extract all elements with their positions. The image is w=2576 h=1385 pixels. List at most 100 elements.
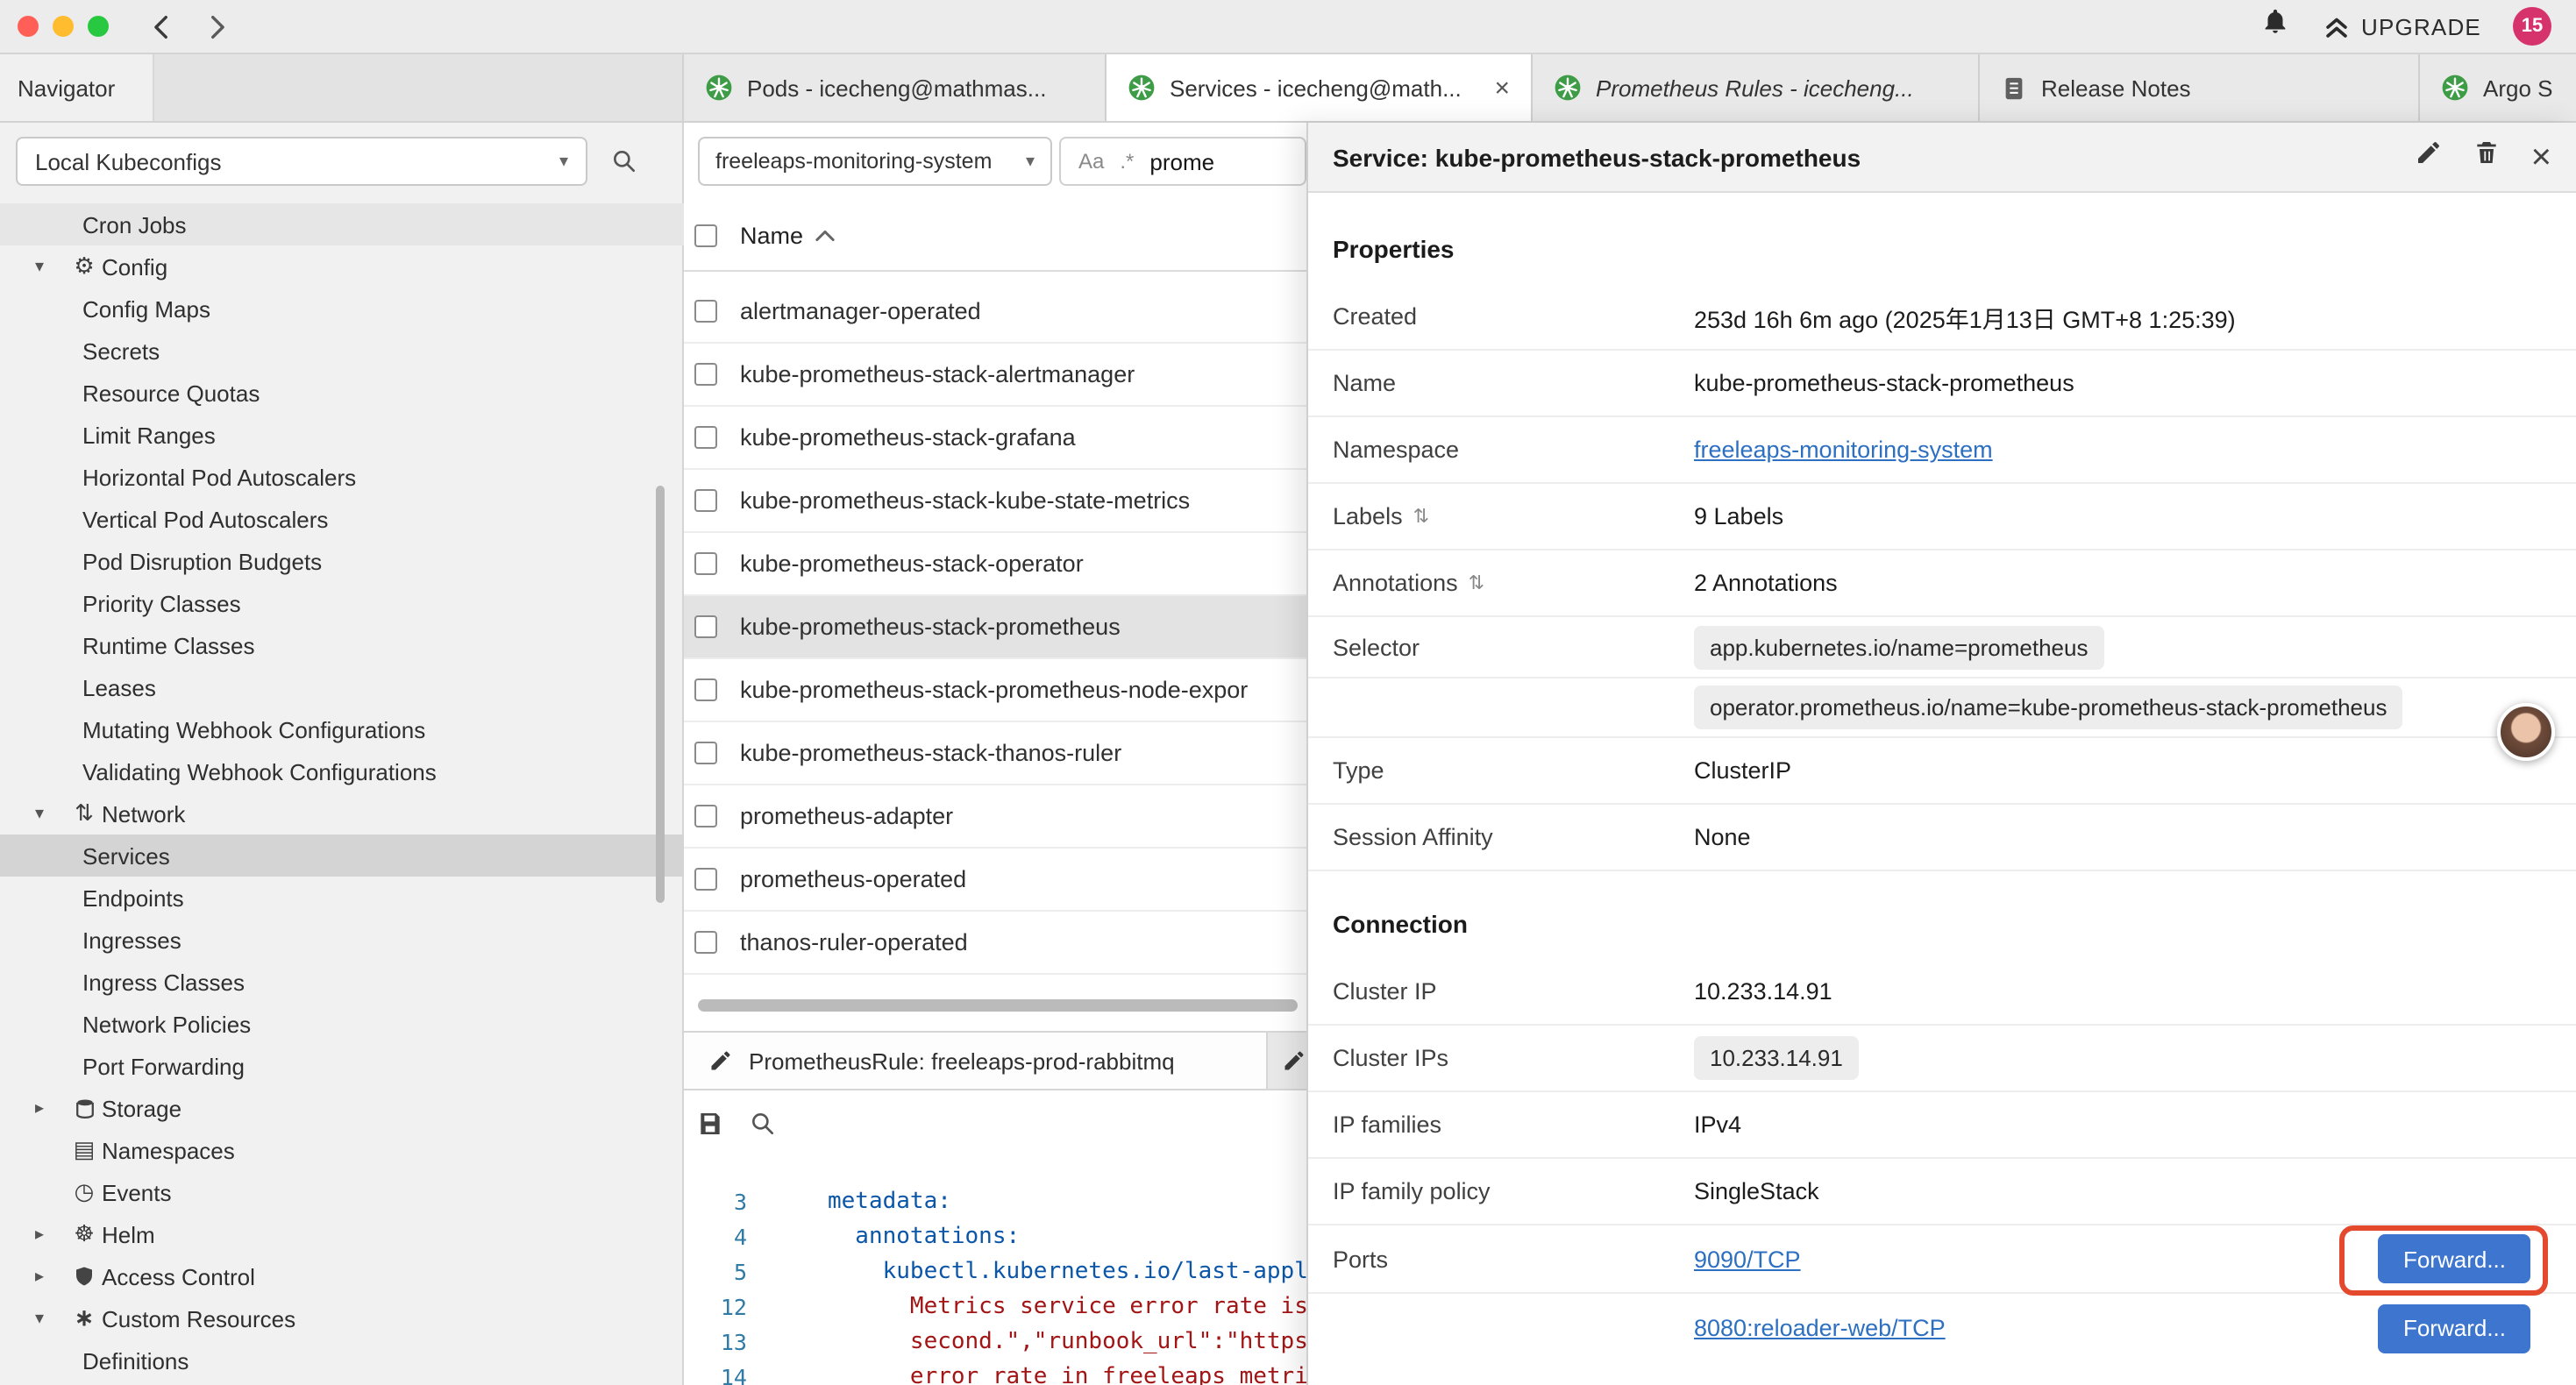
sidebar-item-ingresses[interactable]: Ingresses: [0, 919, 684, 961]
window-zoom-button[interactable]: [88, 16, 109, 37]
tab-services[interactable]: Services - icecheng@math... ×: [1107, 54, 1533, 121]
kubeconfig-selector[interactable]: Local Kubeconfigs ▾: [16, 137, 587, 186]
drawer-close-icon[interactable]: ×: [2531, 139, 2551, 174]
port-link[interactable]: 9090/TCP: [1694, 1246, 1801, 1272]
dock-tab-partial[interactable]: [1268, 1033, 1306, 1089]
row-checkbox[interactable]: [694, 615, 717, 638]
regex-toggle[interactable]: .*: [1120, 149, 1134, 174]
row-checkbox[interactable]: [694, 489, 717, 512]
sidebar-search-icon[interactable]: [610, 147, 638, 184]
sidebar-item-helm[interactable]: ▸☸Helm: [0, 1213, 684, 1255]
namespace-link[interactable]: freeleaps-monitoring-system: [1694, 437, 1993, 463]
forward-button[interactable]: [202, 11, 231, 41]
chevron-down-icon: ▾: [559, 152, 568, 171]
edit-button[interactable]: [2416, 138, 2444, 175]
case-sensitive-toggle[interactable]: Aa: [1078, 149, 1104, 174]
sidebar-item-network-policies[interactable]: Network Policies: [0, 1003, 684, 1045]
notification-count-badge[interactable]: 15: [2513, 7, 2551, 46]
port-forward-button[interactable]: Forward...: [2379, 1303, 2530, 1353]
dock-tab-prometheusrule[interactable]: PrometheusRule: freeleaps-prod-rabbitmq: [684, 1033, 1268, 1089]
sidebar-item-port-forwarding[interactable]: Port Forwarding: [0, 1045, 684, 1087]
document-icon: [2001, 75, 2027, 101]
drawer-header: Service: kube-prometheus-stack-prometheu…: [1308, 123, 2576, 193]
code-text: metadata:: [828, 1188, 951, 1214]
section-heading-properties: Properties: [1308, 193, 2576, 284]
row-checkbox[interactable]: [694, 426, 717, 449]
editor-line[interactable]: 5 kubectl.kubernetes.io/last-applied-co: [684, 1254, 1315, 1289]
sidebar-item-resource-quotas[interactable]: Resource Quotas: [0, 372, 684, 414]
drawer-header-actions: ×: [2416, 138, 2551, 175]
horizontal-scrollbar[interactable]: [698, 999, 1298, 1012]
window-close-button[interactable]: [18, 16, 39, 37]
editor-search-icon[interactable]: [749, 1110, 777, 1147]
sidebar-item-pod-disruption-budgets[interactable]: Pod Disruption Budgets: [0, 540, 684, 582]
name-column-header[interactable]: Name: [740, 223, 835, 249]
port-link[interactable]: 8080:reloader-web/TCP: [1694, 1315, 1946, 1341]
sidebar-item-runtime-classes[interactable]: Runtime Classes: [0, 624, 684, 666]
tab-release-notes[interactable]: Release Notes: [1980, 54, 2420, 121]
editor-line[interactable]: 4 annotations:: [684, 1218, 1315, 1254]
editor-line[interactable]: 3metadata:: [684, 1183, 1315, 1218]
user-avatar[interactable]: [2497, 703, 2555, 761]
select-all-checkbox[interactable]: [694, 224, 717, 247]
expand-toggle-icon[interactable]: ⇅: [1413, 505, 1429, 528]
row-checkbox[interactable]: [694, 868, 717, 891]
yaml-editor[interactable]: 3metadata: 4 annotations: 5 kubectl.kube…: [684, 1183, 1315, 1385]
sidebar-item-limit-ranges[interactable]: Limit Ranges: [0, 414, 684, 456]
property-row-cluster-ips: Cluster IPs 10.233.14.91: [1308, 1026, 2576, 1092]
sidebar-item-cron-jobs[interactable]: Cron Jobs: [0, 203, 684, 245]
sidebar-item-ingress-classes[interactable]: Ingress Classes: [0, 961, 684, 1003]
sidebar-item-secrets[interactable]: Secrets: [0, 330, 684, 372]
notifications-bell-icon[interactable]: [2259, 7, 2289, 46]
drawer-title: Service: kube-prometheus-stack-prometheu…: [1333, 143, 1861, 171]
chevron-down-icon: ▾: [35, 257, 67, 276]
editor-line[interactable]: 13 second.","runbook_url":"https://net: [684, 1324, 1315, 1359]
namespace-filter-select[interactable]: freeleaps-monitoring-system ▾: [698, 137, 1052, 186]
sidebar-item-namespaces[interactable]: ▤Namespaces: [0, 1129, 684, 1171]
tab-close-icon[interactable]: ×: [1480, 73, 1510, 103]
row-checkbox[interactable]: [694, 363, 717, 386]
sidebar-item-mutating-webhook-configurations[interactable]: Mutating Webhook Configurations: [0, 708, 684, 750]
row-checkbox[interactable]: [694, 931, 717, 954]
sidebar-item-endpoints[interactable]: Endpoints: [0, 877, 684, 919]
sidebar-item-leases[interactable]: Leases: [0, 666, 684, 708]
expand-toggle-icon[interactable]: ⇅: [1469, 572, 1484, 594]
tab-prometheus-rules[interactable]: Prometheus Rules - icecheng...: [1533, 54, 1980, 121]
row-checkbox[interactable]: [694, 678, 717, 701]
sidebar-item-config[interactable]: ▾⚙Config: [0, 245, 684, 288]
sidebar-item-validating-webhook-configurations[interactable]: Validating Webhook Configurations: [0, 750, 684, 792]
editor-line[interactable]: 14 error rate in freeleaps metrics ser: [684, 1359, 1315, 1385]
upgrade-button[interactable]: UPGRADE: [2321, 11, 2481, 41]
search-input[interactable]: Aa .* prome: [1059, 137, 1306, 186]
row-checkbox[interactable]: [694, 552, 717, 575]
sidebar-item-custom-resources[interactable]: ▾∗Custom Resources: [0, 1297, 684, 1339]
back-button[interactable]: [147, 11, 177, 41]
tab-label: Argo S: [2483, 75, 2553, 101]
sidebar-item-services[interactable]: Services: [0, 835, 684, 877]
sidebar-item-definitions[interactable]: Definitions: [0, 1339, 684, 1381]
sidebar-item-priority-classes[interactable]: Priority Classes: [0, 582, 684, 624]
sidebar-item-events[interactable]: ◷Events: [0, 1171, 684, 1213]
row-checkbox[interactable]: [694, 300, 717, 323]
save-button[interactable]: [696, 1110, 724, 1147]
sidebar-item-access-control[interactable]: ▸Access Control: [0, 1255, 684, 1297]
sidebar-item-storage[interactable]: ▸Storage: [0, 1087, 684, 1129]
row-checkbox[interactable]: [694, 805, 717, 827]
tab-pods[interactable]: Pods - icecheng@mathmas...: [684, 54, 1107, 121]
helm-wheel-icon: ☸: [67, 1220, 102, 1248]
editor-line[interactable]: 12 Metrics service error rate is {{ $va: [684, 1289, 1315, 1324]
sidebar-item-vertical-pod-autoscalers[interactable]: Vertical Pod Autoscalers: [0, 498, 684, 540]
navigator-sidebar: Local Kubeconfigs ▾ Cron Jobs ▾⚙Config C…: [0, 123, 684, 1385]
property-row-namespace: Namespace freeleaps-monitoring-system: [1308, 417, 2576, 484]
navigator-tab[interactable]: Navigator: [0, 54, 154, 121]
sidebar-item-horizontal-pod-autoscalers[interactable]: Horizontal Pod Autoscalers: [0, 456, 684, 498]
sidebar-item-config-maps[interactable]: Config Maps: [0, 288, 684, 330]
tab-argo[interactable]: Argo S: [2420, 54, 2576, 121]
sidebar-item-network[interactable]: ▾⇅Network: [0, 792, 684, 835]
sidebar-scrollbar[interactable]: [656, 486, 665, 903]
delete-button[interactable]: [2473, 138, 2501, 175]
property-row-ip-families: IP families IPv4: [1308, 1092, 2576, 1159]
row-checkbox[interactable]: [694, 742, 717, 764]
sidebar-header: Navigator: [0, 54, 684, 123]
window-minimize-button[interactable]: [53, 16, 74, 37]
